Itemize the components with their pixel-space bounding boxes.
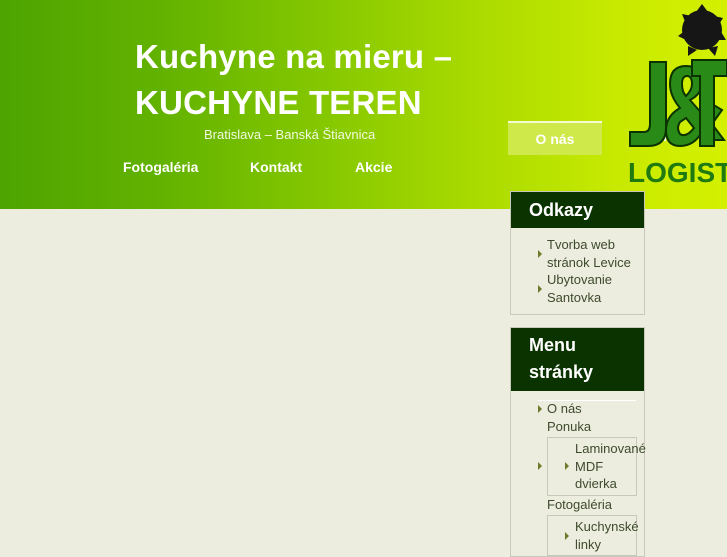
nav-item-akcie[interactable]: Akcie: [355, 159, 392, 175]
menu-item-o-nas[interactable]: O nás: [511, 400, 644, 418]
arrow-right-icon: [565, 531, 569, 540]
arrow-right-icon: [538, 284, 542, 293]
list-item[interactable]: Tvorba web stránok Levice: [511, 236, 644, 271]
menu-box-title: Menu stránky: [511, 328, 644, 391]
menu-item-ponuka[interactable]: Ponuka Laminované MDF dvierka: [511, 418, 646, 496]
submenu-fotogaleria: Kuchynské linky: [547, 515, 639, 556]
nav-item-fotogaleria[interactable]: Fotogaléria: [123, 159, 198, 175]
links-list: Tvorba web stránok Levice Ubytovanie Santo…: [511, 228, 644, 306]
submenu-item-kuchynske-linky[interactable]: Kuchynské linky: [548, 518, 639, 553]
company-logo-icon: LOGIST: [628, 4, 727, 188]
list-item[interactable]: Ubytovanie Santovka: [511, 271, 644, 306]
submenu-ponuka: Laminované MDF dvierka: [547, 437, 646, 496]
menu-list: O nás Ponuka Laminované MDF dvierka Fotoga…: [511, 391, 646, 556]
arrow-right-icon: [538, 461, 542, 470]
link-ubytovanie[interactable]: Ubytovanie Santovka: [547, 272, 612, 305]
arrow-right-icon: [538, 404, 542, 413]
nav-item-o-nas[interactable]: O nás: [508, 121, 602, 155]
arrow-right-icon: [538, 249, 542, 258]
logo-text: LOGIST: [628, 157, 727, 188]
menu-item-fotogaleria[interactable]: Fotogaléria Kuchynské linky: [511, 496, 644, 556]
site-title-line1: Kuchyne na mieru –: [135, 38, 453, 75]
site-title[interactable]: Kuchyne na mieru – KUCHYNE TEREN: [135, 34, 452, 126]
nav-item-kontakt[interactable]: Kontakt: [250, 159, 302, 175]
arrow-right-icon: [565, 462, 569, 471]
site-header: Kuchyne na mieru – KUCHYNE TEREN Bratisl…: [0, 0, 727, 209]
menu-box: Menu stránky O nás Ponuka Laminované MDF dv…: [510, 327, 646, 557]
links-box: Odkazy Tvorba web stránok Levice Ubytovan…: [510, 191, 645, 315]
site-title-line2: KUCHYNE TEREN: [135, 84, 422, 121]
submenu-item-laminovane[interactable]: Laminované MDF dvierka: [548, 440, 646, 493]
link-tvorba-web[interactable]: Tvorba web stránok Levice: [547, 237, 631, 270]
links-box-title: Odkazy: [511, 192, 644, 228]
site-tagline: Bratislava – Banská Štiavnica: [204, 127, 376, 142]
